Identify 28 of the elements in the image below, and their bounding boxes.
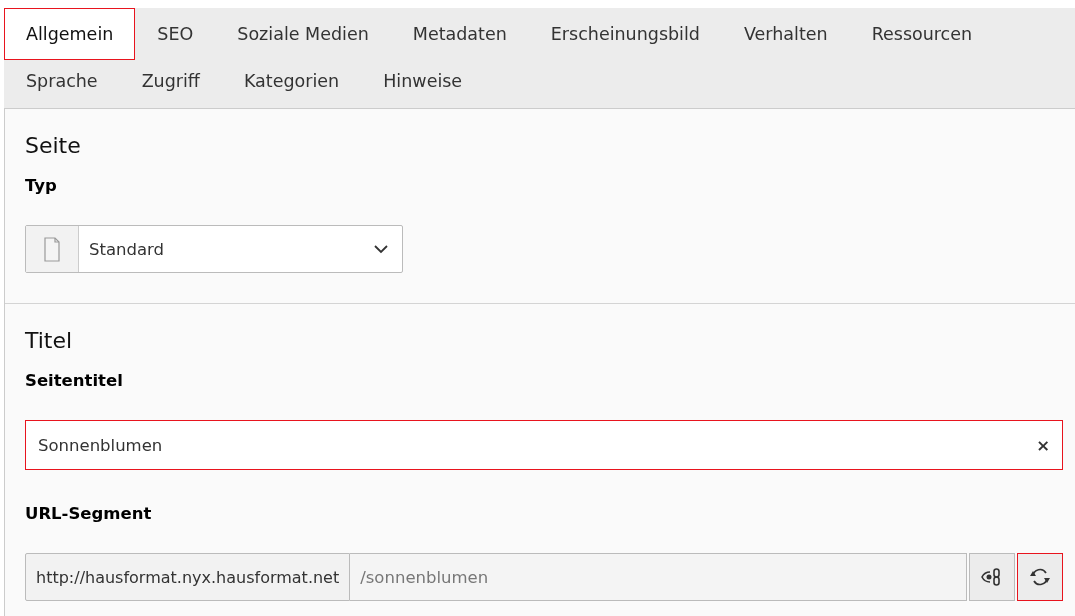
tab[interactable]: Erscheinungsbild bbox=[528, 8, 722, 60]
chevron-down-icon bbox=[374, 244, 388, 254]
tab[interactable]: Soziale Medien bbox=[215, 8, 391, 60]
tab[interactable]: Kategorien bbox=[221, 60, 362, 108]
field-label: Seitentitel bbox=[25, 371, 124, 390]
tab[interactable]: Sprache bbox=[4, 60, 120, 108]
document-icon bbox=[44, 236, 60, 262]
tab[interactable]: SEO bbox=[135, 8, 216, 60]
refresh-button[interactable] bbox=[1017, 553, 1063, 601]
section-title: Seite bbox=[25, 133, 82, 158]
section-title: Titel bbox=[25, 328, 74, 353]
select-value: Standard bbox=[88, 238, 166, 261]
type-select[interactable]: Standard bbox=[25, 225, 403, 273]
page-title-field[interactable]: Sonnenblumen × bbox=[25, 420, 1063, 470]
tab[interactable]: Zugriff bbox=[119, 60, 222, 108]
toggle-link-button[interactable] bbox=[969, 553, 1015, 601]
tab[interactable]: Verhalten bbox=[721, 8, 850, 60]
refresh-icon bbox=[1029, 567, 1051, 587]
tab[interactable]: Metadaten bbox=[390, 8, 529, 60]
tab[interactable]: Hinweise bbox=[361, 60, 485, 108]
tab[interactable]: Allgemein bbox=[4, 8, 136, 60]
url-segment-field[interactable]: /sonnenblumen bbox=[350, 553, 967, 601]
clear-icon[interactable]: × bbox=[1036, 435, 1050, 455]
eye-link-icon bbox=[981, 567, 1003, 587]
field-label: Typ bbox=[25, 176, 58, 195]
url-prefix: http://hausformat.nyx.hausformat.net bbox=[25, 553, 351, 601]
field-label: URL-Segment bbox=[25, 504, 153, 523]
tab[interactable]: Ressourcen bbox=[849, 8, 995, 60]
